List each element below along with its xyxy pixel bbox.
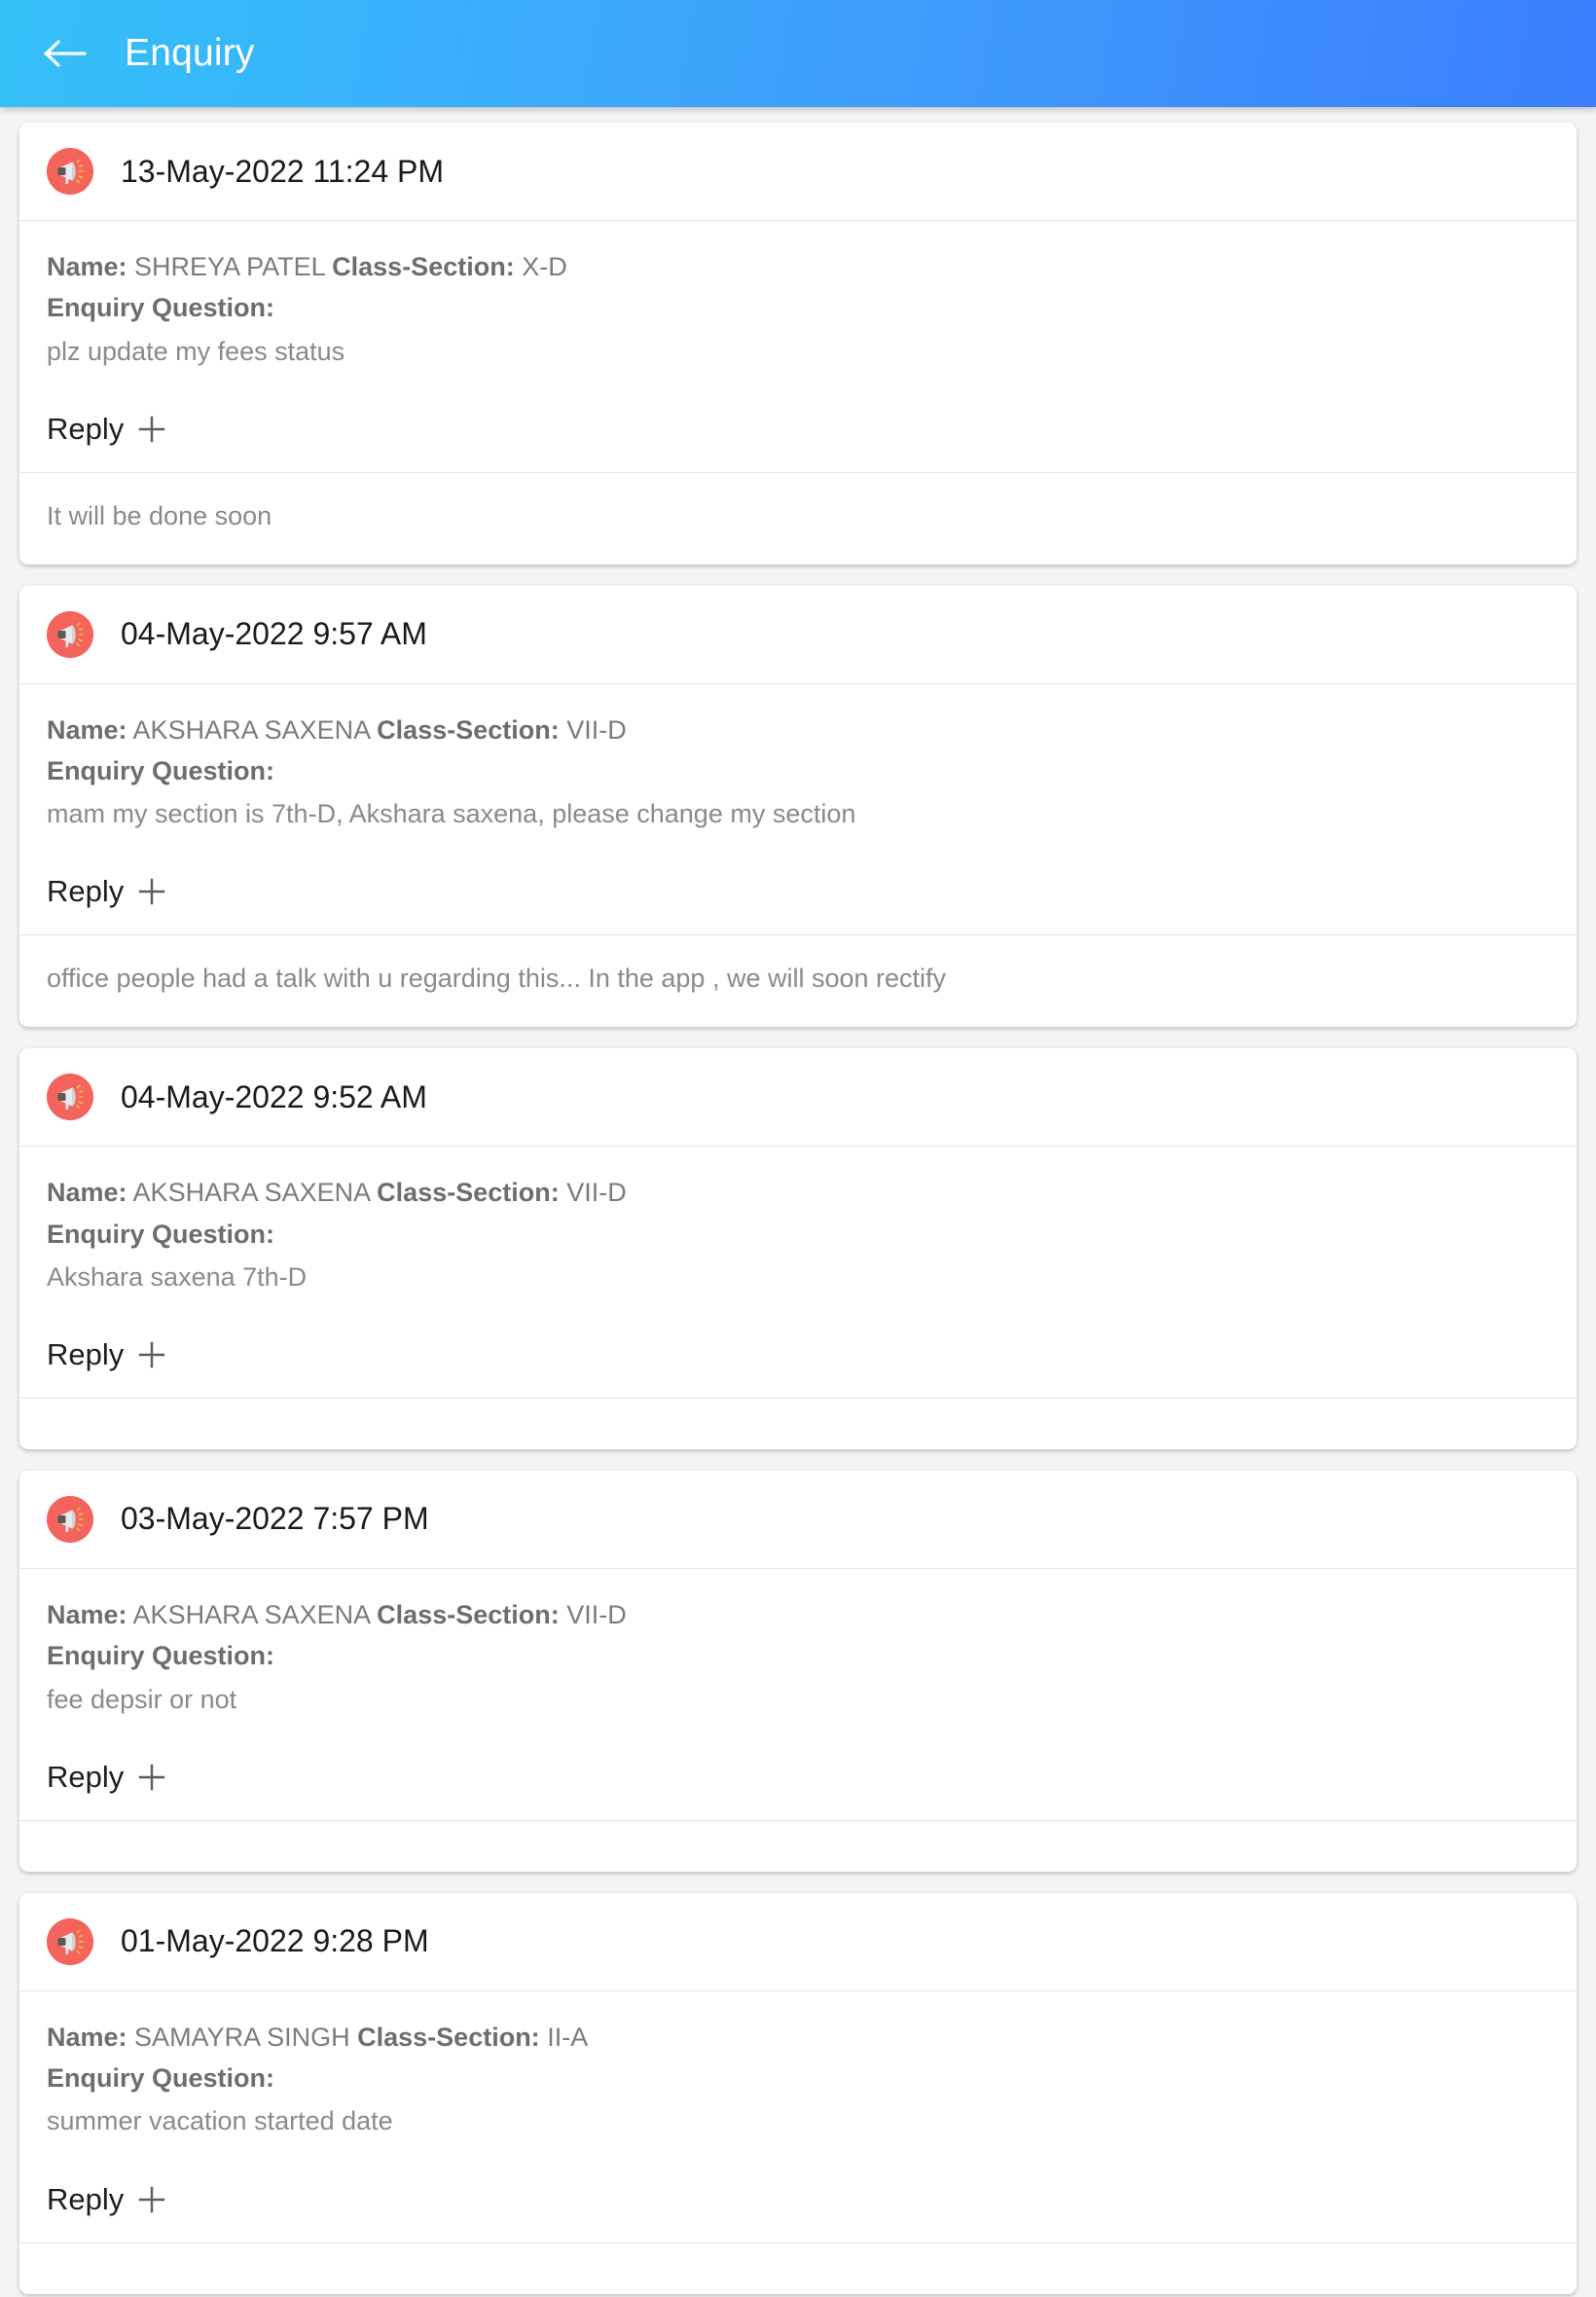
reply-button[interactable]: Reply [19,1296,1577,1399]
reply-button[interactable]: Reply [19,371,1577,473]
plus-icon[interactable] [137,415,166,444]
enquiry-details: Name: AKSHARA SAXENA Class-Section: VII-… [19,1147,1577,1296]
student-name: SHREYA PATEL [134,252,325,281]
reply-text [19,1821,1577,1872]
reply-label: Reply [47,874,125,909]
student-meta: Name: AKSHARA SAXENA Class-Section: VII-… [47,1596,1549,1633]
class-section-value: VII-D [566,714,627,745]
back-button[interactable] [31,19,99,88]
reply-button[interactable]: Reply [19,2141,1577,2243]
enquiry-card: 13-May-2022 11:24 PM Name: SHREYA PATEL … [19,123,1577,565]
enquiry-question-text: plz update my fees status [47,336,345,366]
class-section-value: II-A [547,2022,589,2052]
arrow-left-icon [43,37,88,70]
enquiry-question-label: Enquiry Question: [47,755,275,785]
enquiry-timestamp: 01-May-2022 9:28 PM [121,1923,429,1959]
enquiry-question-text: summer vacation started date [47,2106,393,2136]
enquiry-question-text: mam my section is 7th-D, Akshara saxena,… [47,799,856,829]
student-meta: Name: AKSHARA SAXENA Class-Section: VII-… [47,1174,1549,1211]
plus-icon[interactable] [137,2185,166,2214]
enquiry-card: 04-May-2022 9:57 AM Name: AKSHARA SAXENA… [19,585,1577,1028]
reply-text [19,1399,1577,1449]
plus-icon[interactable] [137,1763,166,1792]
reply-label: Reply [47,1336,125,1371]
enquiry-question-label: Enquiry Question: [47,1219,275,1249]
enquiry-question-label: Enquiry Question: [47,2063,275,2094]
reply-button[interactable]: Reply [19,833,1577,936]
class-section-value: VII-D [566,1178,627,1208]
reply-text: office people had a talk with u regardin… [47,964,947,994]
class-section-label: Class-Section: [332,252,515,281]
plus-icon[interactable] [137,877,166,906]
student-meta: Name: SHREYA PATEL Class-Section: X-D [47,248,1549,285]
enquiry-list[interactable]: 13-May-2022 11:24 PM Name: SHREYA PATEL … [0,107,1596,2297]
student-name: AKSHARA SAXENA [132,714,370,745]
megaphone-icon [47,1074,93,1121]
page-title: Enquiry [125,32,255,74]
student-name: AKSHARA SAXENA [132,1178,370,1208]
name-label: Name: [47,714,127,745]
enquiry-timestamp: 03-May-2022 7:57 PM [121,1501,429,1537]
class-section-label: Class-Section: [357,2022,540,2052]
megaphone-icon [47,148,93,195]
student-name: AKSHARA SAXENA [132,1599,370,1629]
reply-text: It will be done soon [47,500,272,530]
class-section-label: Class-Section: [377,714,560,745]
enquiry-card-header: 01-May-2022 9:28 PM [19,1893,1577,1991]
enquiry-card-header: 13-May-2022 11:24 PM [19,123,1577,221]
class-section-label: Class-Section: [377,1599,560,1629]
enquiry-question-label: Enquiry Question: [47,1641,275,1671]
enquiry-timestamp: 13-May-2022 11:24 PM [121,153,445,189]
enquiry-timestamp: 04-May-2022 9:52 AM [121,1078,427,1114]
plus-icon[interactable] [137,1340,166,1369]
enquiry-card: 03-May-2022 7:57 PM Name: AKSHARA SAXENA… [19,1470,1577,1872]
enquiry-timestamp: 04-May-2022 9:57 AM [121,616,427,652]
enquiry-details: Name: AKSHARA SAXENA Class-Section: VII-… [19,1569,1577,1719]
student-meta: Name: SAMAYRA SINGH Class-Section: II-A [47,2019,1549,2056]
app-bar: Enquiry [0,0,1596,107]
name-label: Name: [47,1178,127,1208]
enquiry-details: Name: SAMAYRA SINGH Class-Section: II-A … [19,1991,1577,2141]
reply-button[interactable]: Reply [19,1719,1577,1821]
class-section-label: Class-Section: [377,1178,560,1208]
megaphone-icon [47,1495,93,1543]
megaphone-icon [47,610,93,658]
student-name: SAMAYRA SINGH [134,2022,350,2052]
reply-label: Reply [47,411,125,446]
reply-label: Reply [47,2181,125,2216]
name-label: Name: [47,2022,127,2052]
enquiry-card-header: 04-May-2022 9:57 AM [19,586,1577,684]
name-label: Name: [47,1599,127,1629]
enquiry-card-header: 04-May-2022 9:52 AM [19,1048,1577,1148]
reply-text [19,2243,1577,2294]
enquiry-details: Name: AKSHARA SAXENA Class-Section: VII-… [19,684,1577,834]
name-label: Name: [47,252,127,281]
enquiry-question-label: Enquiry Question: [47,293,275,323]
enquiry-question-text: Akshara saxena 7th-D [47,1261,308,1292]
megaphone-icon [47,1917,93,1965]
enquiry-card: 01-May-2022 9:28 PM Name: SAMAYRA SINGH … [19,1892,1577,2294]
enquiry-question-text: fee depsir or not [47,1684,237,1714]
class-section-value: X-D [522,252,567,281]
reply-label: Reply [47,1759,125,1794]
class-section-value: VII-D [566,1599,627,1629]
enquiry-card: 04-May-2022 9:52 AM Name: AKSHARA SAXENA… [19,1048,1577,1449]
student-meta: Name: AKSHARA SAXENA Class-Section: VII-… [47,711,1549,748]
enquiry-card-header: 03-May-2022 7:57 PM [19,1471,1577,1569]
enquiry-details: Name: SHREYA PATEL Class-Section: X-D En… [19,221,1577,371]
